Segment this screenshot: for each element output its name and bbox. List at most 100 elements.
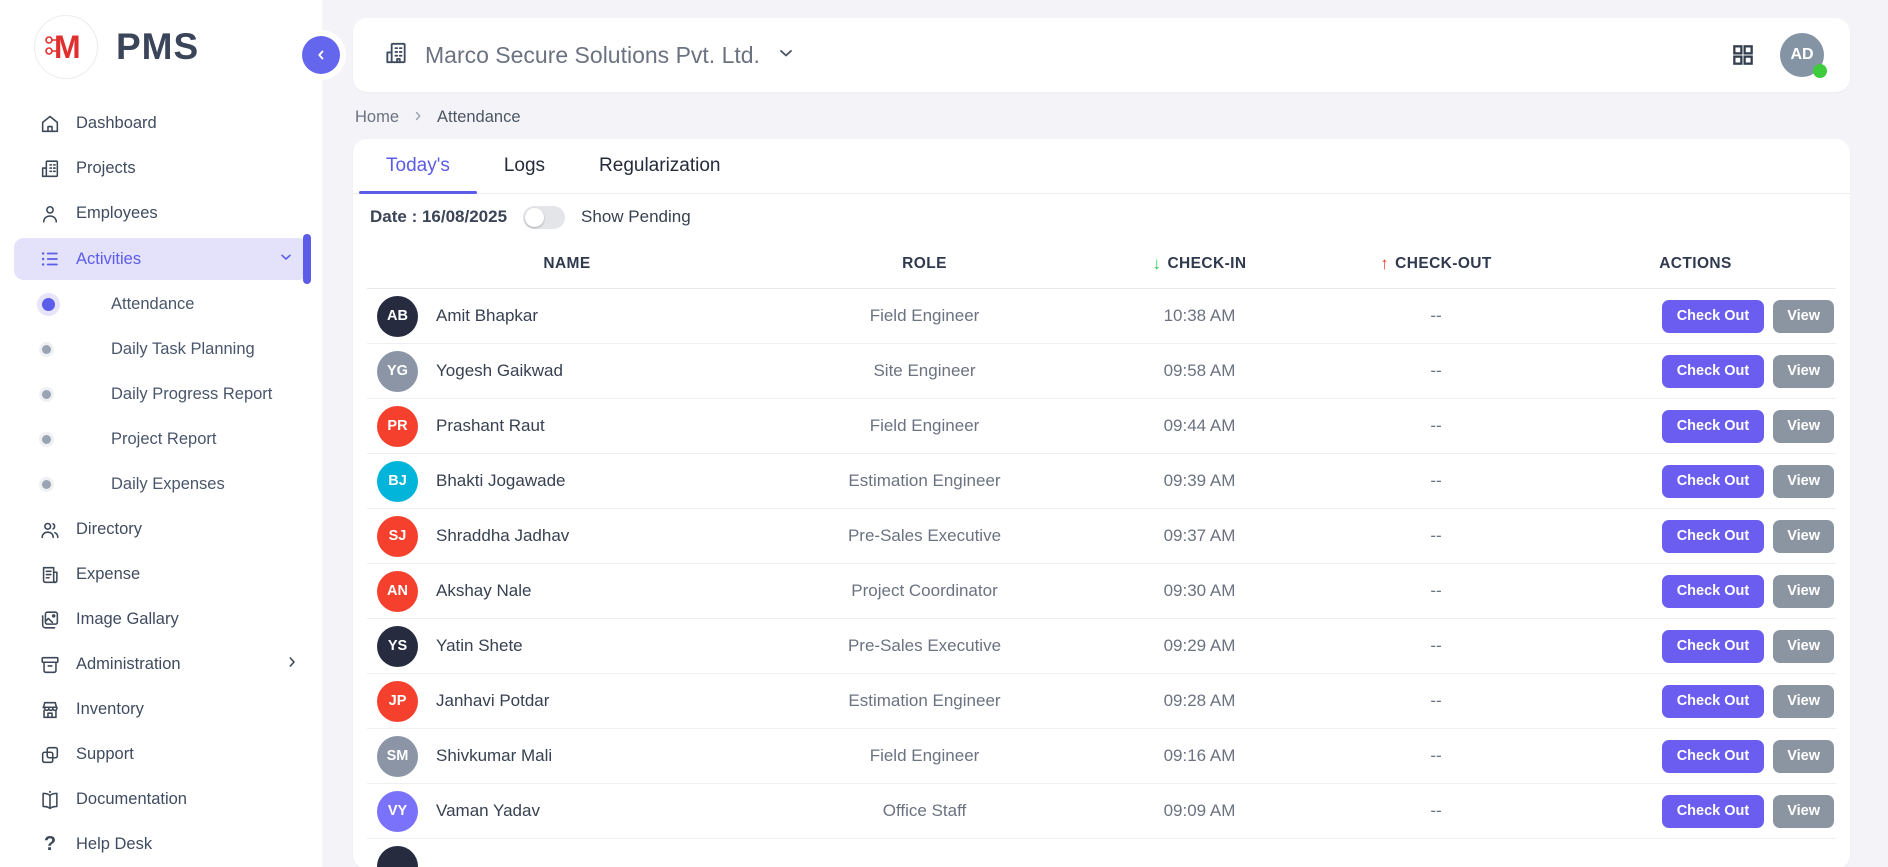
employee-name: Vaman Yadav [436, 801, 540, 821]
tab-todays[interactable]: Today's [359, 139, 477, 193]
table-row-partial [367, 839, 1836, 867]
employee-role: Field Engineer [767, 746, 1082, 766]
sidebar-item-image-gallary[interactable]: Image Gallary [0, 597, 322, 642]
copy-icon [38, 743, 62, 767]
sidebar-item-dashboard[interactable]: Dashboard [0, 101, 322, 146]
archive-box-icon [38, 653, 62, 677]
avatar: AB [377, 296, 418, 337]
sidebar-collapse-button[interactable] [302, 36, 340, 74]
chevron-down-icon [776, 43, 796, 68]
sidebar-item-help-desk[interactable]: ? Help Desk [0, 822, 322, 867]
sidebar-item-label: Support [76, 745, 134, 764]
avatar: VY [377, 791, 418, 832]
check-out-time: -- [1317, 691, 1555, 711]
avatar: JP [377, 681, 418, 722]
sidebar-subitem-label: Daily Task Planning [111, 340, 255, 359]
date-label: Date : 16/08/2025 [370, 207, 507, 227]
breadcrumb-current: Attendance [437, 108, 520, 127]
tab-logs[interactable]: Logs [477, 139, 572, 193]
view-button[interactable]: View [1773, 520, 1834, 553]
list-icon [38, 247, 62, 271]
employee-name: Shraddha Jadhav [436, 526, 569, 546]
sidebar-item-inventory[interactable]: Inventory [0, 687, 322, 732]
user-avatar[interactable]: AD [1780, 33, 1824, 77]
employee-role: Office Staff [767, 801, 1082, 821]
sidebar-item-documentation[interactable]: Documentation [0, 777, 322, 822]
tab-bar: Today's Logs Regularization [353, 139, 1850, 194]
storefront-icon [38, 698, 62, 722]
top-header-bar: Marco Secure Solutions Pvt. Ltd. AD [353, 18, 1850, 92]
sidebar-item-daily-task-planning[interactable]: Daily Task Planning [0, 327, 322, 372]
column-header-check-in[interactable]: ↓ CHECK-IN [1082, 254, 1317, 274]
sidebar-item-attendance[interactable]: Attendance [0, 282, 322, 327]
view-button[interactable]: View [1773, 410, 1834, 443]
check-in-time: 09:29 AM [1082, 636, 1317, 656]
people-icon [38, 518, 62, 542]
check-out-time: -- [1317, 306, 1555, 326]
employee-role: Pre-Sales Executive [767, 526, 1082, 546]
table-row: PR Prashant Raut Field Engineer 09:44 AM… [367, 399, 1836, 454]
filter-row: Date : 16/08/2025 Show Pending [353, 194, 1850, 240]
column-header-check-out[interactable]: ↑ CHECK-OUT [1317, 254, 1555, 274]
view-button[interactable]: View [1773, 575, 1834, 608]
view-button[interactable]: View [1773, 740, 1834, 773]
breadcrumb-home[interactable]: Home [355, 108, 399, 127]
check-out-button[interactable]: Check Out [1662, 520, 1765, 553]
sidebar-item-directory[interactable]: Directory [0, 507, 322, 552]
employee-role: Site Engineer [767, 361, 1082, 381]
bullet-dot-icon [42, 298, 55, 311]
check-out-time: -- [1317, 471, 1555, 491]
sidebar-item-label: Administration [76, 655, 181, 674]
sidebar-item-label: Expense [76, 565, 140, 584]
apps-grid-icon[interactable] [1730, 42, 1756, 68]
check-out-button[interactable]: Check Out [1662, 465, 1765, 498]
sidebar-nav: Dashboard Projects Employees Activities [0, 101, 322, 867]
sidebar-item-daily-expenses[interactable]: Daily Expenses [0, 462, 322, 507]
check-out-button[interactable]: Check Out [1662, 685, 1765, 718]
table-row: BJ Bhakti Jogawade Estimation Engineer 0… [367, 454, 1836, 509]
view-button[interactable]: View [1773, 465, 1834, 498]
sidebar-item-daily-progress-report[interactable]: Daily Progress Report [0, 372, 322, 417]
avatar: YG [377, 351, 418, 392]
employee-name: Amit Bhapkar [436, 306, 538, 326]
office-building-icon [383, 40, 409, 71]
sidebar-item-label: Directory [76, 520, 142, 539]
table-row: SM Shivkumar Mali Field Engineer 09:16 A… [367, 729, 1836, 784]
check-out-button[interactable]: Check Out [1662, 410, 1765, 443]
question-icon: ? [38, 833, 62, 857]
view-button[interactable]: View [1773, 355, 1834, 388]
home-icon [38, 112, 62, 136]
sidebar-item-support[interactable]: Support [0, 732, 322, 777]
main-area: Marco Secure Solutions Pvt. Ltd. AD Home [322, 0, 1888, 867]
company-selector[interactable]: Marco Secure Solutions Pvt. Ltd. [383, 40, 796, 71]
show-pending-toggle[interactable] [523, 206, 565, 229]
table-row: YS Yatin Shete Pre-Sales Executive 09:29… [367, 619, 1836, 674]
sidebar-item-projects[interactable]: Projects [0, 146, 322, 191]
check-out-button[interactable]: Check Out [1662, 740, 1765, 773]
check-in-time: 10:38 AM [1082, 306, 1317, 326]
view-button[interactable]: View [1773, 685, 1834, 718]
employee-role: Field Engineer [767, 416, 1082, 436]
sidebar-item-employees[interactable]: Employees [0, 191, 322, 236]
breadcrumb: Home Attendance [355, 108, 1850, 127]
sidebar-item-activities[interactable]: Activities [14, 238, 308, 280]
sidebar-subitem-label: Daily Progress Report [111, 385, 272, 404]
view-button[interactable]: View [1773, 630, 1834, 663]
check-out-button[interactable]: Check Out [1662, 355, 1765, 388]
check-out-time: -- [1317, 746, 1555, 766]
attendance-card: Today's Logs Regularization Date : 16/08… [353, 139, 1850, 867]
view-button[interactable]: View [1773, 795, 1834, 828]
tab-regularization[interactable]: Regularization [572, 139, 747, 193]
check-out-button[interactable]: Check Out [1662, 575, 1765, 608]
sidebar-item-project-report[interactable]: Project Report [0, 417, 322, 462]
employee-name: Yatin Shete [436, 636, 523, 656]
check-out-button[interactable]: Check Out [1662, 630, 1765, 663]
check-out-button[interactable]: Check Out [1662, 300, 1765, 333]
sidebar-item-administration[interactable]: Administration [0, 642, 322, 687]
avatar [377, 846, 418, 867]
view-button[interactable]: View [1773, 300, 1834, 333]
sidebar-item-label: Help Desk [76, 835, 152, 854]
table-header-row: NAME ROLE ↓ CHECK-IN ↑ CHECK-OUT ACTIONS [367, 240, 1836, 289]
sidebar-item-expense[interactable]: Expense [0, 552, 322, 597]
check-out-button[interactable]: Check Out [1662, 795, 1765, 828]
